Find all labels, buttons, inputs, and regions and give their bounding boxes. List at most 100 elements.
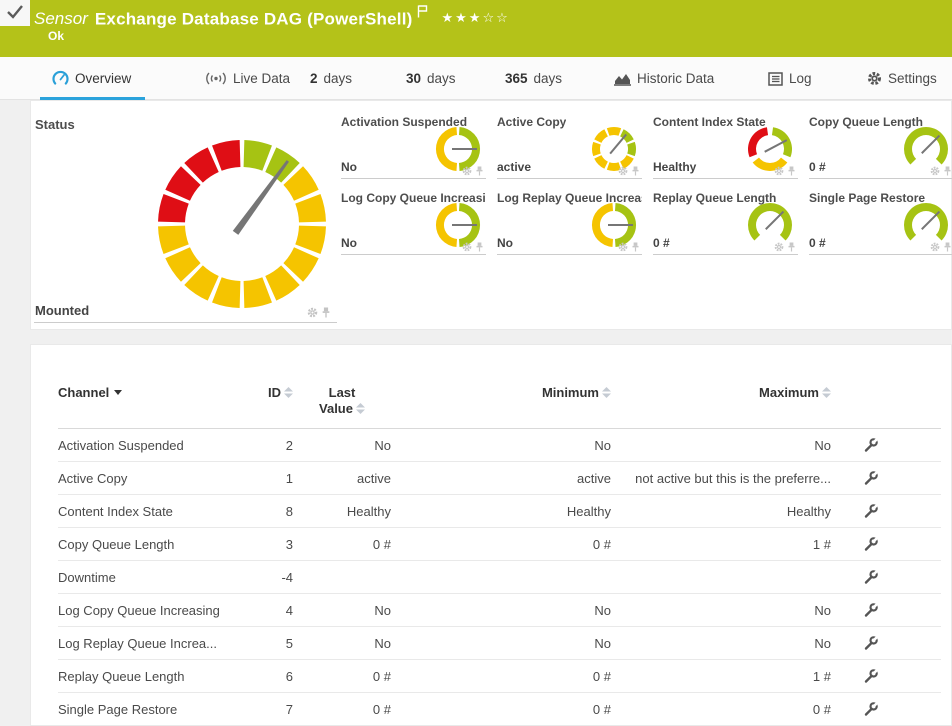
table-row[interactable]: Single Page Restore 7 0 # 0 # 0 # bbox=[58, 693, 941, 726]
sort-icon bbox=[284, 386, 293, 402]
gauges-panel: Status Mounted Activation Suspended No bbox=[30, 100, 952, 330]
sort-desc-icon bbox=[114, 390, 122, 395]
gear-icon[interactable] bbox=[930, 166, 940, 176]
column-header-minimum[interactable]: Minimum bbox=[391, 385, 611, 402]
wrench-icon[interactable] bbox=[863, 635, 879, 651]
tab-log[interactable]: Log bbox=[768, 57, 812, 100]
gear-icon[interactable] bbox=[618, 166, 628, 176]
channel-last-value: 0 # bbox=[293, 537, 391, 552]
tab-label: Live Data bbox=[233, 71, 290, 86]
pin-icon[interactable] bbox=[475, 166, 484, 176]
gear-icon bbox=[867, 71, 882, 86]
gear-icon[interactable] bbox=[462, 242, 472, 252]
tab-label: Settings bbox=[888, 71, 937, 86]
pin-icon[interactable] bbox=[475, 242, 484, 252]
pin-icon[interactable] bbox=[787, 166, 796, 176]
table-row[interactable]: Content Index State 8 Healthy Healthy He… bbox=[58, 495, 941, 528]
gauge-icon bbox=[52, 70, 69, 87]
tab-number: 365 bbox=[505, 71, 528, 86]
gauge-tile-value: No bbox=[341, 160, 357, 174]
column-header-channel[interactable]: Channel bbox=[58, 385, 243, 401]
gear-icon[interactable] bbox=[774, 242, 784, 252]
wrench-icon[interactable] bbox=[863, 602, 879, 618]
wrench-icon[interactable] bbox=[863, 503, 879, 519]
tab-label: days bbox=[324, 71, 353, 86]
favorite-flag-icon[interactable] bbox=[417, 5, 428, 23]
column-header-last-value[interactable]: Last Value bbox=[293, 385, 391, 418]
tab-label: Historic Data bbox=[637, 71, 714, 86]
pin-icon[interactable] bbox=[787, 242, 796, 252]
channel-name: Downtime bbox=[58, 570, 243, 585]
gear-icon[interactable] bbox=[462, 166, 472, 176]
table-row[interactable]: Replay Queue Length 6 0 # 0 # 1 # bbox=[58, 660, 941, 693]
table-row[interactable]: Copy Queue Length 3 0 # 0 # 1 # bbox=[58, 528, 941, 561]
table-row[interactable]: Downtime -4 bbox=[58, 561, 941, 594]
gauge-tile: Active Copy active bbox=[497, 113, 642, 179]
tab-2-days[interactable]: 2 days bbox=[310, 57, 352, 100]
channel-last-value: active bbox=[293, 471, 391, 486]
wrench-icon[interactable] bbox=[863, 569, 879, 585]
sort-icon bbox=[602, 386, 611, 402]
wrench-icon[interactable] bbox=[863, 437, 879, 453]
channel-id: 8 bbox=[243, 504, 293, 519]
channel-last-value: No bbox=[293, 636, 391, 651]
channel-maximum: Healthy bbox=[611, 504, 831, 519]
gauge-tile: Content Index State Healthy bbox=[653, 113, 798, 179]
pin-icon[interactable] bbox=[631, 166, 640, 176]
mini-gauge-grid: Activation Suspended No Active Copy acti… bbox=[341, 113, 952, 255]
channel-minimum: Healthy bbox=[391, 504, 611, 519]
chart-icon bbox=[614, 72, 631, 86]
gauge-tile: Log Replay Queue Increasing No bbox=[497, 189, 642, 255]
gauge-tile-value: 0 # bbox=[809, 236, 826, 250]
status-gauge-title: Status bbox=[35, 117, 75, 132]
tab-overview[interactable]: Overview bbox=[52, 57, 131, 100]
tab-30-days[interactable]: 30 days bbox=[406, 57, 456, 100]
tab-settings[interactable]: Settings bbox=[867, 57, 937, 100]
pin-icon[interactable] bbox=[321, 307, 331, 318]
tab-365-days[interactable]: 365 days bbox=[505, 57, 562, 100]
wrench-icon[interactable] bbox=[863, 536, 879, 552]
channel-minimum: 0 # bbox=[391, 537, 611, 552]
gauge-tile-value: active bbox=[497, 160, 531, 174]
tab-historic-data[interactable]: Historic Data bbox=[614, 57, 714, 100]
gauge-tile-value: No bbox=[341, 236, 357, 250]
channel-name: Replay Queue Length bbox=[58, 669, 243, 684]
priority-stars[interactable]: ★★★☆☆ bbox=[442, 11, 510, 26]
status-badge: Ok bbox=[48, 29, 64, 43]
gear-icon[interactable] bbox=[618, 242, 628, 252]
pin-icon[interactable] bbox=[943, 242, 952, 252]
gear-icon[interactable] bbox=[774, 166, 784, 176]
wrench-icon[interactable] bbox=[863, 701, 879, 717]
channel-name: Active Copy bbox=[58, 471, 243, 486]
sensor-kind-label: Sensor bbox=[34, 9, 88, 28]
pin-icon[interactable] bbox=[631, 242, 640, 252]
gauge-tile: Activation Suspended No bbox=[341, 113, 486, 179]
sensor-header: SensorExchange Database DAG (PowerShell)… bbox=[0, 0, 952, 57]
channel-name: Activation Suspended bbox=[58, 438, 243, 453]
tab-live-data[interactable]: Live Data bbox=[205, 57, 290, 100]
pin-icon[interactable] bbox=[943, 166, 952, 176]
gauge-tile: Replay Queue Length 0 # bbox=[653, 189, 798, 255]
table-row[interactable]: Activation Suspended 2 No No No bbox=[58, 429, 941, 462]
channel-last-value: 0 # bbox=[293, 669, 391, 684]
channel-last-value: Healthy bbox=[293, 504, 391, 519]
tab-label: days bbox=[534, 71, 563, 86]
column-header-maximum[interactable]: Maximum bbox=[611, 385, 831, 402]
table-row[interactable]: Active Copy 1 active active not active b… bbox=[58, 462, 941, 495]
channel-name: Log Replay Queue Increa... bbox=[58, 636, 243, 651]
wrench-icon[interactable] bbox=[863, 668, 879, 684]
channel-name: Log Copy Queue Increasing bbox=[58, 603, 243, 618]
table-row[interactable]: Log Replay Queue Increa... 5 No No No bbox=[58, 627, 941, 660]
gear-icon[interactable] bbox=[930, 242, 940, 252]
channel-maximum: 1 # bbox=[611, 669, 831, 684]
channel-id: 1 bbox=[243, 471, 293, 486]
column-header-id[interactable]: ID bbox=[243, 385, 293, 402]
gear-icon[interactable] bbox=[307, 307, 318, 318]
channel-minimum: 0 # bbox=[391, 669, 611, 684]
gauge-tile-label: Active Copy bbox=[497, 115, 566, 129]
wrench-icon[interactable] bbox=[863, 470, 879, 486]
channel-id: 3 bbox=[243, 537, 293, 552]
tab-bar: Overview Live Data 2 days 30 days 365 da… bbox=[0, 57, 952, 100]
table-row[interactable]: Log Copy Queue Increasing 4 No No No bbox=[58, 594, 941, 627]
tab-number: 2 bbox=[310, 71, 318, 86]
